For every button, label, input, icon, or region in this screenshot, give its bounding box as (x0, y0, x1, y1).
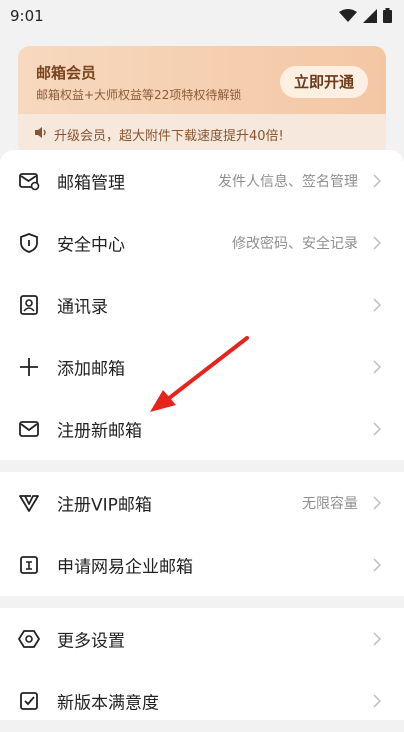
menu-group-settings: 更多设置 新版本满意度 (0, 608, 404, 720)
chevron-right-icon (373, 558, 382, 572)
menu-item-register-new-mailbox[interactable]: 注册新邮箱 (0, 398, 404, 460)
speaker-icon (35, 127, 46, 138)
menu-item-security-center[interactable]: 安全中心 修改密码、安全记录 (0, 212, 404, 274)
menu-item-more-settings[interactable]: 更多设置 (0, 608, 404, 670)
menu-item-label: 新版本满意度 (57, 693, 159, 714)
menu-group-account: 邮箱管理 发件人信息、签名管理 安全中心 修改密码、安全记录 通讯录 添加邮箱 (0, 150, 404, 460)
chevron-right-icon (373, 360, 382, 374)
chevron-right-icon (373, 496, 382, 510)
open-vip-button[interactable]: 立即开通 (280, 66, 368, 98)
menu-item-label: 添加邮箱 (57, 359, 125, 380)
shield-icon (20, 233, 38, 253)
chevron-right-icon (373, 422, 382, 436)
menu-item-detail: 修改密码、安全记录 (232, 236, 358, 252)
menu-item-label: 注册新邮箱 (57, 421, 142, 442)
chevron-right-icon (373, 694, 382, 708)
menu-item-label: 安全中心 (57, 235, 125, 256)
vip-title: 邮箱会员 (36, 64, 97, 82)
mailbox-settings-icon (19, 173, 40, 191)
vip-membership-card[interactable]: 邮箱会员 邮箱权益+大师权益等22项特权待解锁 立即开通 升级会员，超大附件下载… (18, 46, 386, 156)
vip-promo-text: 升级会员，超大附件下载速度提升40倍! (54, 129, 284, 144)
checkbox-icon (20, 692, 38, 710)
chevron-right-icon (373, 298, 382, 312)
chevron-right-icon (373, 632, 382, 646)
chevron-right-icon (373, 236, 382, 250)
menu-item-label: 更多设置 (57, 631, 125, 652)
bottom-nav-edge (0, 712, 404, 720)
chevron-right-icon (373, 174, 382, 188)
menu-item-label: 申请网易企业邮箱 (57, 557, 193, 578)
envelope-icon (19, 421, 39, 437)
wifi-icon (339, 8, 357, 22)
menu-item-label: 注册VIP邮箱 (57, 495, 152, 516)
menu-item-register-vip[interactable]: 注册VIP邮箱 无限容量 (0, 472, 404, 534)
hexagon-settings-icon (18, 630, 40, 648)
menu-item-contacts[interactable]: 通讯录 (0, 274, 404, 336)
menu-item-enterprise-mailbox[interactable]: 申请网易企业邮箱 (0, 534, 404, 596)
menu-item-label: 通讯录 (57, 297, 108, 318)
status-bar: 9:01 (0, 0, 404, 34)
menu-item-label: 邮箱管理 (57, 173, 125, 194)
cellular-signal-icon (363, 8, 377, 23)
menu-item-detail: 发件人信息、签名管理 (218, 174, 358, 190)
battery-icon (383, 8, 392, 23)
status-icons (339, 8, 392, 23)
menu-item-add-mailbox[interactable]: 添加邮箱 (0, 336, 404, 398)
plus-icon (20, 358, 38, 376)
menu-group-register: 注册VIP邮箱 无限容量 申请网易企业邮箱 (0, 472, 404, 596)
enterprise-mail-icon (20, 556, 38, 574)
menu-item-detail: 无限容量 (302, 496, 358, 512)
contacts-icon (20, 295, 38, 315)
vip-subtitle: 邮箱权益+大师权益等22项特权待解锁 (36, 88, 242, 102)
menu-item-mailbox-management[interactable]: 邮箱管理 发件人信息、签名管理 (0, 150, 404, 212)
status-time: 9:01 (10, 7, 44, 25)
vip-logo-icon (19, 495, 39, 512)
menu-item-satisfaction-survey[interactable]: 新版本满意度 (0, 670, 404, 732)
